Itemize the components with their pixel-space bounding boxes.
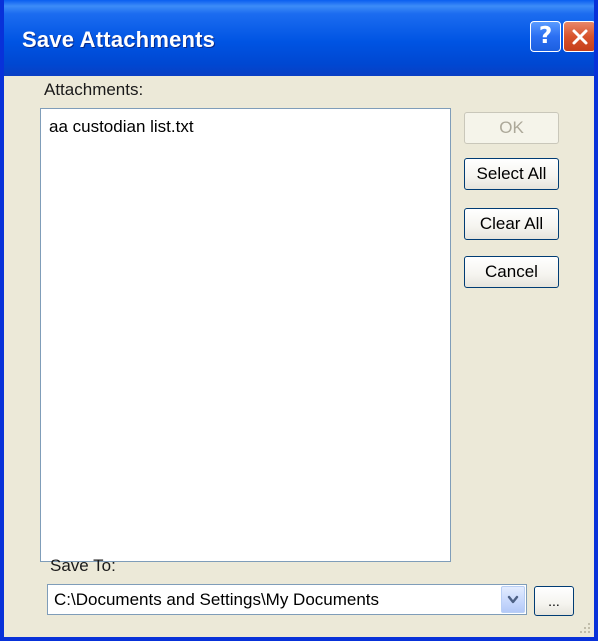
resize-grip-icon[interactable] (578, 621, 592, 635)
close-button[interactable] (563, 21, 594, 52)
clear-all-button[interactable]: Clear All (464, 208, 559, 240)
save-to-select[interactable]: C:\Documents and Settings\My Documents (47, 584, 527, 615)
cancel-button[interactable]: Cancel (464, 256, 559, 288)
save-attachments-dialog: Save Attachments ? Attachments: aa custo… (0, 0, 598, 641)
ok-button[interactable]: OK (464, 112, 559, 144)
save-to-value: C:\Documents and Settings\My Documents (54, 590, 380, 609)
attachments-label: Attachments: (44, 80, 144, 99)
chevron-down-icon (507, 595, 519, 603)
list-item[interactable]: aa custodian list.txt (49, 117, 194, 137)
title-bar[interactable]: Save Attachments ? (4, 0, 594, 76)
select-all-button[interactable]: Select All (464, 158, 559, 190)
attachments-list[interactable]: aa custodian list.txt (40, 108, 451, 562)
browse-button[interactable]: ... (534, 586, 574, 616)
dropdown-button[interactable] (501, 586, 525, 613)
close-icon (572, 29, 587, 44)
help-button[interactable]: ? (530, 21, 561, 52)
save-to-label: Save To: (50, 556, 116, 575)
help-icon: ? (538, 23, 553, 49)
window-title: Save Attachments (22, 27, 216, 52)
